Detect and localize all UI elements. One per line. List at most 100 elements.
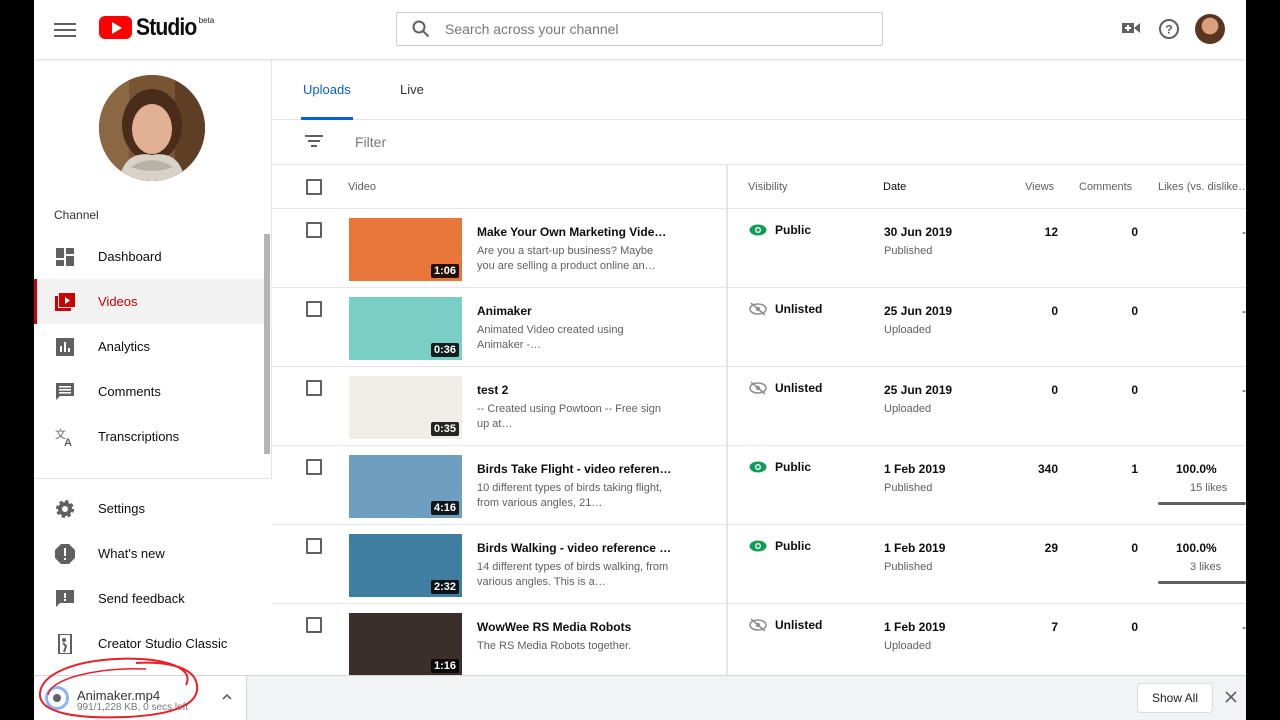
youtube-studio-logo[interactable]: Studio beta: [99, 16, 214, 42]
video-comments: 0: [1131, 225, 1138, 239]
video-thumbnail[interactable]: 0:36: [349, 297, 462, 360]
visibility-label: Unlisted: [775, 618, 823, 632]
search-bar[interactable]: [396, 12, 883, 46]
video-duration: 0:35: [430, 422, 459, 436]
row-checkbox[interactable]: [306, 380, 322, 396]
eye-off-icon: [749, 381, 767, 395]
visibility-label: Public: [775, 223, 812, 237]
video-date: 30 Jun 2019: [884, 225, 953, 239]
show-all-downloads-button[interactable]: Show All: [1137, 683, 1213, 713]
row-checkbox[interactable]: [306, 538, 322, 554]
column-header-date[interactable]: Date: [883, 165, 906, 209]
video-title[interactable]: WowWee RS Media Robots: [477, 620, 672, 634]
visibility-selector[interactable]: Unlisted: [749, 618, 822, 632]
column-header-likes[interactable]: Likes (vs. dislike…: [1158, 165, 1246, 209]
table-row[interactable]: 4:16 Birds Take Flight - video referen… 10…: [272, 446, 1246, 525]
download-filename: Animaker.mp4: [77, 688, 161, 703]
column-header-comments[interactable]: Comments: [1079, 165, 1132, 209]
channel-avatar[interactable]: [99, 75, 205, 181]
sidebar-item-label: Send feedback: [98, 591, 185, 606]
table-row[interactable]: 2:32 Birds Walking - video reference f… 14…: [272, 525, 1246, 604]
download-progress-icon: [45, 686, 69, 710]
filter-bar[interactable]: Filter: [272, 120, 1246, 165]
video-title[interactable]: Animaker: [477, 304, 672, 318]
visibility-selector[interactable]: Public: [749, 539, 811, 553]
row-checkbox[interactable]: [306, 301, 322, 317]
visibility-selector[interactable]: Public: [749, 460, 811, 474]
video-title[interactable]: test 2: [477, 383, 672, 397]
tab-live[interactable]: Live: [400, 59, 424, 120]
table-row[interactable]: 1:06 Make Your Own Marketing Video… Are yo…: [272, 209, 1246, 288]
download-bar: Animaker.mp4 991/1,228 KB, 0 secs left S…: [34, 675, 1246, 720]
download-progress-text: 991/1,228 KB, 0 secs left: [77, 702, 189, 713]
row-checkbox[interactable]: [306, 222, 322, 238]
hamburger-menu-icon[interactable]: [54, 19, 76, 39]
row-checkbox[interactable]: [306, 459, 322, 475]
table-row[interactable]: 0:35 test 2 -- Created using Powtoon -- Fr…: [272, 367, 1246, 446]
video-thumbnail[interactable]: 2:32: [349, 534, 462, 597]
visibility-selector[interactable]: Unlisted: [749, 302, 822, 316]
youtube-play-icon: [99, 16, 132, 39]
video-title[interactable]: Birds Walking - video reference f…: [477, 541, 672, 555]
tab-uploads[interactable]: Uploads: [301, 59, 353, 120]
video-thumbnail[interactable]: 1:06: [349, 218, 462, 281]
visibility-selector[interactable]: Unlisted: [749, 381, 822, 395]
filter-icon[interactable]: [305, 135, 323, 150]
column-header-visibility[interactable]: Visibility: [748, 165, 788, 209]
video-thumbnail[interactable]: 4:16: [349, 455, 462, 518]
eye-icon: [749, 460, 767, 474]
filter-input[interactable]: Filter: [355, 134, 386, 150]
tab-bar: Uploads Live: [272, 59, 1246, 120]
table-row[interactable]: 1:16 WowWee RS Media Robots The RS Media R…: [272, 604, 1246, 683]
close-icon[interactable]: [1224, 690, 1238, 704]
main-content: Uploads Live Filter Video Visibility Dat…: [272, 59, 1246, 720]
sidebar-scrollbar[interactable]: [264, 234, 270, 454]
video-date: 25 Jun 2019: [884, 304, 953, 318]
sidebar-item-dashboard[interactable]: Dashboard: [34, 234, 272, 279]
sidebar-item-videos[interactable]: Videos: [34, 279, 272, 324]
search-icon: [397, 20, 445, 38]
chevron-up-icon[interactable]: [221, 690, 233, 702]
column-header-views[interactable]: Views: [1025, 165, 1054, 209]
sidebar-item-analytics[interactable]: Analytics: [34, 324, 272, 369]
feedback-icon: [54, 588, 76, 610]
alert-icon: [54, 543, 76, 565]
sidebar-item-label: What's new: [98, 546, 165, 561]
sidebar-item-settings[interactable]: Settings: [34, 486, 272, 531]
table-row[interactable]: 0:36 Animaker Animated Video created using…: [272, 288, 1246, 367]
create-video-icon[interactable]: [1121, 18, 1145, 42]
help-icon[interactable]: ?: [1158, 18, 1182, 42]
search-input[interactable]: [445, 21, 845, 37]
video-duration: 0:36: [430, 343, 459, 357]
video-title[interactable]: Birds Take Flight - video referen…: [477, 462, 672, 476]
video-status: Published: [884, 561, 933, 573]
visibility-label: Public: [775, 460, 812, 474]
sidebar-item-transcriptions[interactable]: 文A Transcriptions: [34, 414, 272, 459]
likes-ratio-bar: [1158, 502, 1246, 505]
video-description: Animated Video created using Animaker -…: [477, 324, 624, 351]
download-item[interactable]: Animaker.mp4 991/1,228 KB, 0 secs left: [34, 676, 247, 720]
eye-icon: [749, 223, 767, 237]
video-thumbnail[interactable]: 0:35: [349, 376, 462, 439]
svg-text:?: ?: [1165, 23, 1172, 37]
video-views: 340: [1037, 462, 1058, 476]
row-checkbox[interactable]: [306, 617, 322, 633]
likes-percentage: 100.0%: [1176, 541, 1217, 555]
visibility-selector[interactable]: Public: [749, 223, 811, 237]
video-title[interactable]: Make Your Own Marketing Video…: [477, 225, 672, 239]
account-avatar[interactable]: [1195, 14, 1225, 44]
likes-ratio-bar: [1158, 581, 1246, 584]
analytics-icon: [54, 336, 76, 358]
video-comments: 1: [1131, 462, 1138, 476]
visibility-label: Public: [775, 539, 812, 553]
table-header: Video Visibility Date Views Comments Lik…: [272, 165, 1246, 209]
sidebar-item-label: Transcriptions: [98, 429, 180, 444]
video-comments: 0: [1131, 383, 1138, 397]
select-all-checkbox[interactable]: [306, 179, 322, 195]
sidebar-item-comments[interactable]: Comments: [34, 369, 272, 414]
video-thumbnail[interactable]: 1:16: [349, 613, 462, 676]
sidebar-item-creator-studio-classic[interactable]: Creator Studio Classic: [34, 621, 272, 666]
studio-window: Studio beta ?: [34, 0, 1246, 720]
sidebar-item-whats-new[interactable]: What's new: [34, 531, 272, 576]
sidebar-item-send-feedback[interactable]: Send feedback: [34, 576, 272, 621]
